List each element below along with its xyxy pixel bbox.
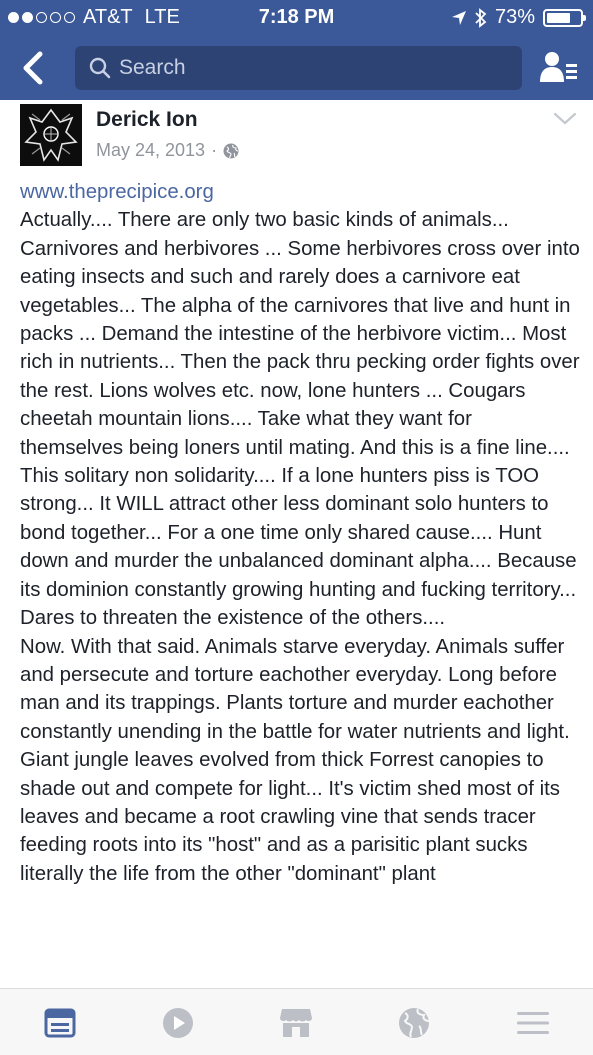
meta-separator: · (211, 140, 218, 160)
friend-requests-button[interactable] (539, 50, 579, 86)
battery-percent: 73% (494, 6, 535, 28)
author-name[interactable]: Derick Ion (96, 108, 198, 132)
tab-menu[interactable] (513, 1005, 553, 1041)
search-box[interactable] (75, 46, 522, 90)
chevron-left-icon (23, 51, 43, 85)
notifications-globe-icon (399, 1008, 430, 1038)
search-icon (89, 57, 111, 79)
post-link[interactable]: www.theprecipice.org (20, 178, 580, 206)
post-body: www.theprecipice.org Actually.... There … (20, 178, 580, 988)
post-paragraph: Now. With that said. Animals starve ever… (20, 635, 570, 885)
bluetooth-icon (475, 7, 487, 28)
back-button[interactable] (16, 48, 52, 88)
avatar-image (20, 104, 82, 166)
marketplace-icon (280, 1009, 312, 1037)
friend-requests-icon (540, 52, 577, 82)
app-header: AT&T LTE 7:18 PM 73% (0, 0, 593, 100)
tab-notifications[interactable] (394, 1005, 434, 1041)
tab-news-feed[interactable] (40, 1005, 80, 1041)
post-meta: May 24, 2013 · (96, 140, 239, 161)
chevron-down-icon (553, 112, 577, 125)
avatar[interactable] (20, 104, 82, 166)
status-bar: AT&T LTE 7:18 PM 73% (0, 0, 593, 36)
globe-icon (223, 143, 239, 158)
post-header: Derick Ion May 24, 2013 · (0, 100, 593, 172)
tab-bar (0, 988, 593, 1055)
post-paragraph: Actually.... There are only two basic ki… (20, 209, 580, 630)
location-arrow-icon (451, 10, 466, 25)
battery-fill (547, 12, 571, 23)
post-options-button[interactable] (553, 112, 577, 126)
video-icon (163, 1008, 193, 1038)
tab-video[interactable] (158, 1005, 198, 1041)
post-date[interactable]: May 24, 2013 (96, 140, 205, 161)
news-feed-icon (44, 1008, 76, 1038)
battery-icon (543, 8, 586, 27)
status-right: 73% (451, 6, 586, 29)
nav-bar (0, 36, 593, 100)
tab-marketplace[interactable] (276, 1005, 316, 1041)
menu-icon (517, 1012, 549, 1034)
search-input[interactable] (119, 56, 499, 80)
